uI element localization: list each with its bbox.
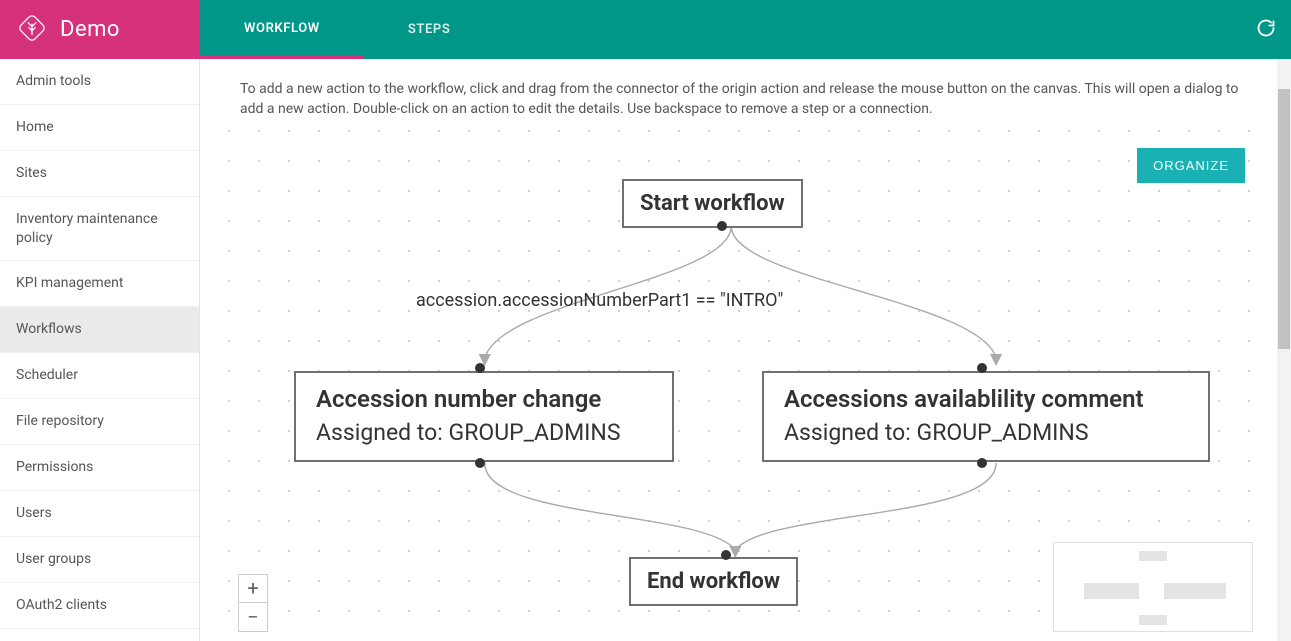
node-start-label: Start workflow	[640, 191, 785, 216]
top-bar: WORKFLOW STEPS	[200, 0, 1291, 59]
sidebar-item-kpi-management[interactable]: KPI management	[0, 261, 199, 307]
sidebar-item-users[interactable]: Users	[0, 491, 199, 537]
sidebar-item-workflows[interactable]: Workflows	[0, 307, 199, 353]
node-end[interactable]: End workflow	[629, 557, 798, 606]
sidebar-item-oauth2-clients[interactable]: OAuth2 clients	[0, 583, 199, 629]
sidebar-item-web-users[interactable]: Web Users	[0, 629, 199, 641]
refresh-icon	[1256, 18, 1276, 42]
content-area: To add a new action to the workflow, cli…	[200, 59, 1291, 641]
node-step2-assigned: Assigned to: GROUP_ADMINS	[784, 419, 1188, 446]
minimap-node	[1164, 583, 1226, 599]
sidebar-item-admin-tools[interactable]: Admin tools	[0, 59, 199, 105]
minimap-node	[1139, 551, 1167, 561]
sidebar: Admin tools Home Sites Inventory mainten…	[0, 59, 200, 641]
node-step2-label: Accessions availablility comment	[784, 385, 1188, 414]
node-step1-label: Accession number change	[316, 385, 652, 414]
sidebar-item-permissions[interactable]: Permissions	[0, 445, 199, 491]
zoom-controls: + −	[238, 574, 268, 632]
node-end-label: End workflow	[647, 569, 780, 594]
brand-title: Demo	[60, 17, 120, 42]
port-end-in[interactable]	[721, 550, 731, 560]
sidebar-item-file-repository[interactable]: File repository	[0, 399, 199, 445]
node-accession-number-change[interactable]: Accession number change Assigned to: GRO…	[294, 371, 674, 463]
edge-label-start-step1: accession.accessionNumberPart1 == "INTRO…	[414, 290, 785, 311]
node-accessions-availability-comment[interactable]: Accessions availablility comment Assigne…	[762, 371, 1210, 463]
instruction-text: To add a new action to the workflow, cli…	[220, 59, 1271, 130]
sidebar-item-home[interactable]: Home	[0, 105, 199, 151]
tab-steps[interactable]: STEPS	[364, 0, 495, 59]
workflow-canvas[interactable]: ORGANIZE	[226, 130, 1265, 640]
sidebar-item-scheduler[interactable]: Scheduler	[0, 353, 199, 399]
node-start[interactable]: Start workflow	[622, 179, 803, 228]
sidebar-item-sites[interactable]: Sites	[0, 151, 199, 197]
minimap-node	[1084, 583, 1139, 599]
port-step1-out[interactable]	[475, 458, 485, 468]
brand: Demo	[0, 0, 200, 59]
tree-logo-icon	[18, 14, 46, 46]
port-step2-out[interactable]	[977, 458, 987, 468]
organize-button[interactable]: ORGANIZE	[1137, 148, 1245, 183]
sidebar-item-inventory-maintenance-policy[interactable]: Inventory maintenance policy	[0, 197, 199, 262]
content-scrollbar[interactable]	[1277, 59, 1291, 641]
tab-workflow[interactable]: WORKFLOW	[200, 0, 364, 59]
node-step1-assigned: Assigned to: GROUP_ADMINS	[316, 419, 652, 446]
tab-bar: WORKFLOW STEPS	[200, 0, 494, 59]
port-step1-in[interactable]	[475, 363, 485, 373]
port-start-out[interactable]	[717, 221, 727, 231]
zoom-in-button[interactable]: +	[239, 575, 267, 603]
port-step2-in[interactable]	[977, 363, 987, 373]
zoom-out-button[interactable]: −	[239, 603, 267, 631]
minimap[interactable]	[1053, 542, 1253, 632]
sidebar-item-user-groups[interactable]: User groups	[0, 537, 199, 583]
content-scrollbar-thumb[interactable]	[1278, 89, 1290, 349]
minimap-node	[1139, 615, 1167, 625]
refresh-button[interactable]	[1241, 0, 1291, 59]
